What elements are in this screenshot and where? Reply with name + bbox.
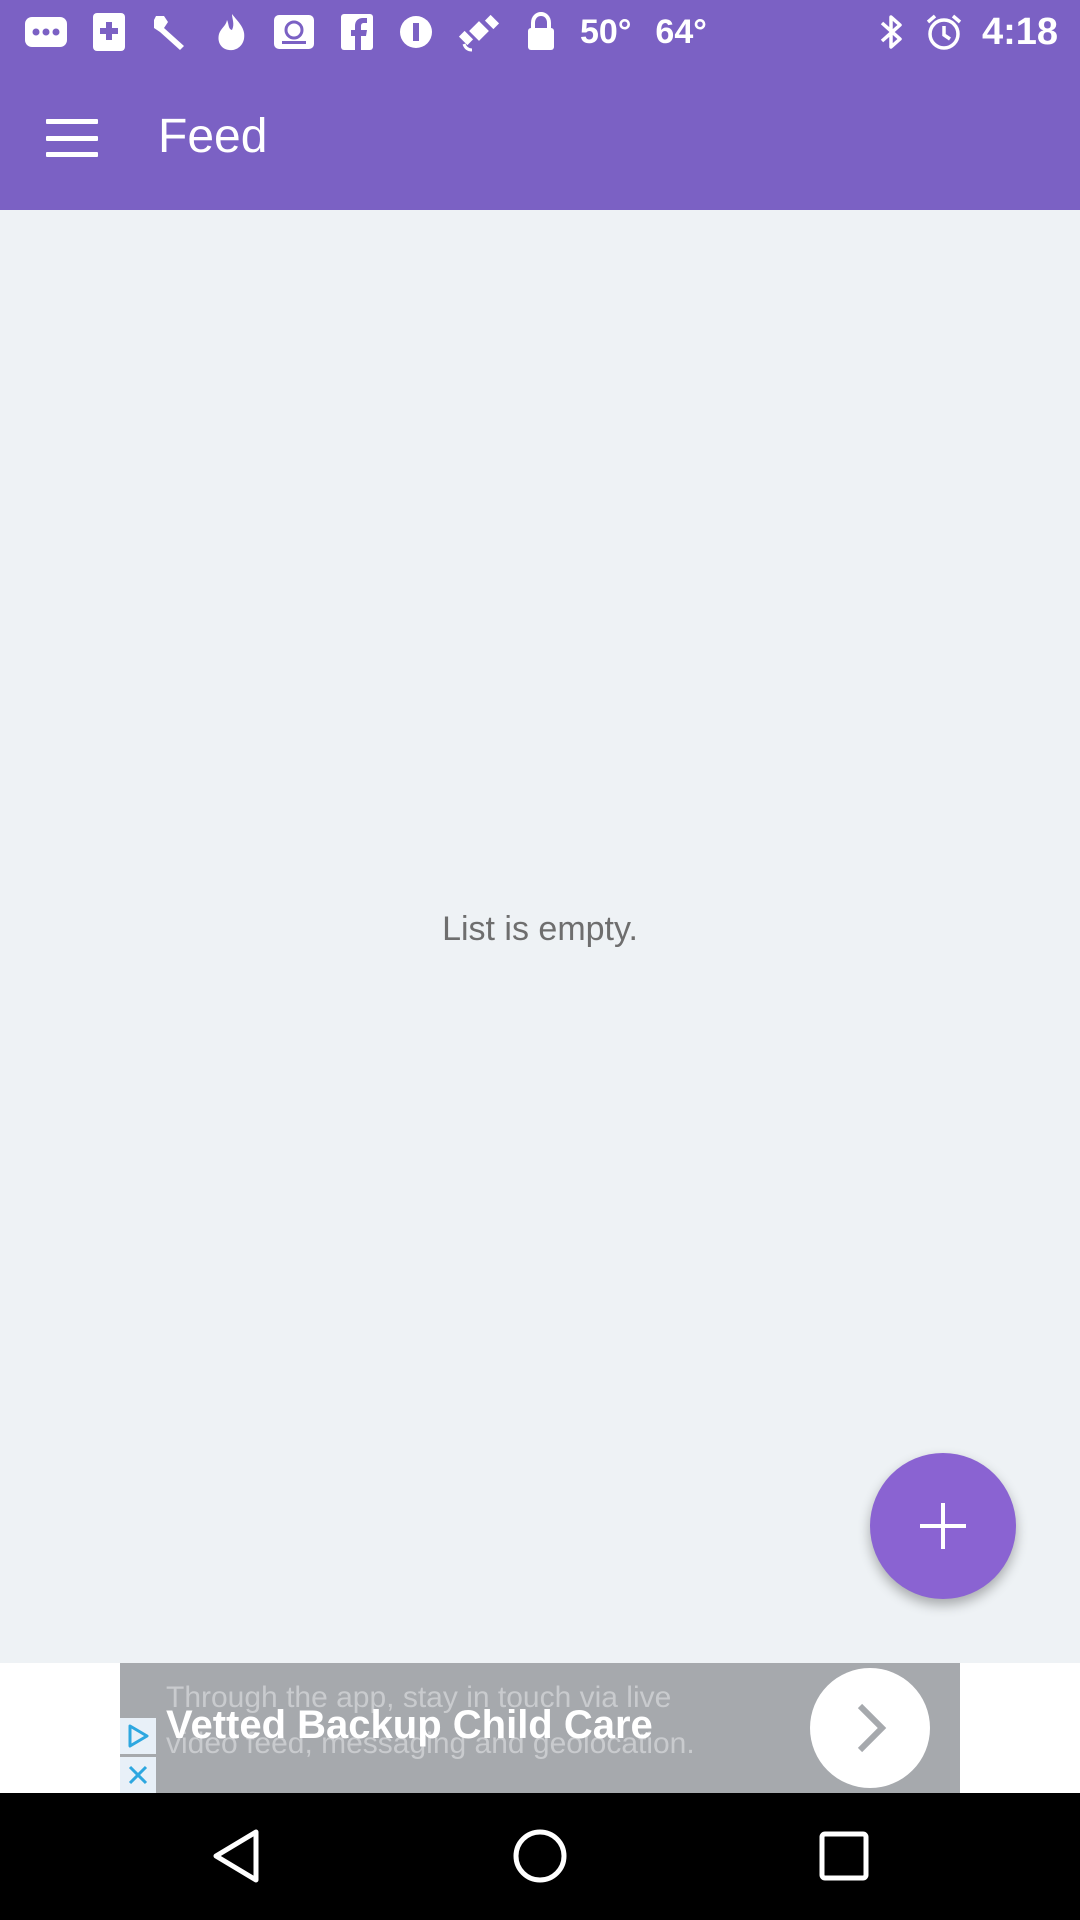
status-time: 4:18: [981, 10, 1058, 53]
ad-close-button[interactable]: [120, 1757, 156, 1793]
wrench-icon: [150, 12, 190, 52]
menu-line: [46, 119, 98, 124]
ad-content[interactable]: Through the app, stay in touch via live …: [120, 1663, 960, 1793]
menu-line: [46, 135, 98, 141]
adchoices-button[interactable]: [120, 1718, 156, 1754]
play-triangle-icon: [128, 1724, 149, 1748]
back-button[interactable]: [201, 1821, 271, 1891]
add-button[interactable]: [870, 1453, 1016, 1599]
plus-icon: [920, 1503, 966, 1549]
chevron-right-icon: [857, 1703, 887, 1753]
facebook-icon: [340, 12, 374, 52]
status-bar: 50° 64° 4:18: [0, 0, 1080, 63]
page-title: Feed: [158, 110, 268, 163]
lock-icon: [526, 12, 556, 52]
feed-list[interactable]: List is empty.: [0, 210, 1080, 1663]
close-icon: [128, 1765, 148, 1785]
ad-title: Vetted Backup Child Care: [166, 1703, 653, 1747]
alarm-icon: [924, 12, 964, 52]
home-button[interactable]: [505, 1821, 575, 1891]
ad-banner: Through the app, stay in touch via live …: [0, 1663, 1080, 1793]
back-triangle-icon: [213, 1829, 259, 1883]
home-circle-icon: [513, 1829, 567, 1883]
recents-button[interactable]: [809, 1821, 879, 1891]
temperature-2: 64°: [655, 12, 707, 51]
navigation-bar: [0, 1793, 1080, 1920]
satellite-icon: [458, 12, 502, 52]
app-bar: Feed: [0, 63, 1080, 210]
recents-square-icon: [819, 1831, 869, 1881]
status-bar-notifications: 50° 64°: [24, 12, 707, 52]
bluetooth-icon: [878, 12, 906, 52]
flame-icon: [214, 12, 248, 52]
menu-line: [46, 152, 98, 157]
status-bar-system: 4:18: [878, 10, 1058, 53]
image-icon: [272, 12, 316, 52]
ad-open-button[interactable]: [810, 1668, 930, 1788]
empty-list-message: List is empty.: [442, 910, 638, 948]
more-icon: [24, 12, 68, 52]
hamburger-menu-icon[interactable]: [42, 113, 102, 163]
temperature-1: 50°: [580, 12, 632, 51]
info-icon: [398, 12, 434, 52]
medical-icon: [92, 12, 126, 52]
